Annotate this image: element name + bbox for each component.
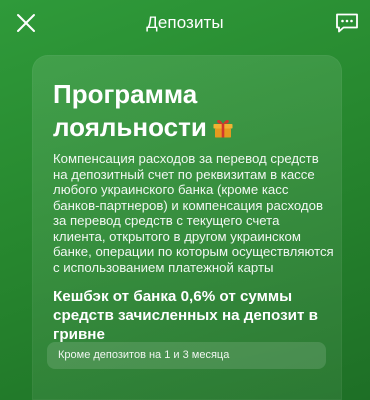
gift-icon (211, 115, 235, 139)
loyalty-program-card: Программа лояльности Компенсация расходо… (32, 55, 342, 400)
card-description: Компенсация расходов за перевод средств … (53, 151, 334, 275)
chat-button[interactable] (334, 10, 360, 36)
page-title: Депозиты (146, 13, 224, 32)
card-title-text: Программа лояльности (53, 79, 207, 142)
chat-icon (336, 13, 358, 33)
note-badge: Кроме депозитов на 1 и 3 месяца (47, 342, 326, 369)
top-bar: Депозиты (0, 0, 370, 46)
card-title: Программа лояльности (53, 78, 333, 144)
cashback-text: Кешбэк от банка 0,6% от суммы средств за… (53, 288, 319, 343)
